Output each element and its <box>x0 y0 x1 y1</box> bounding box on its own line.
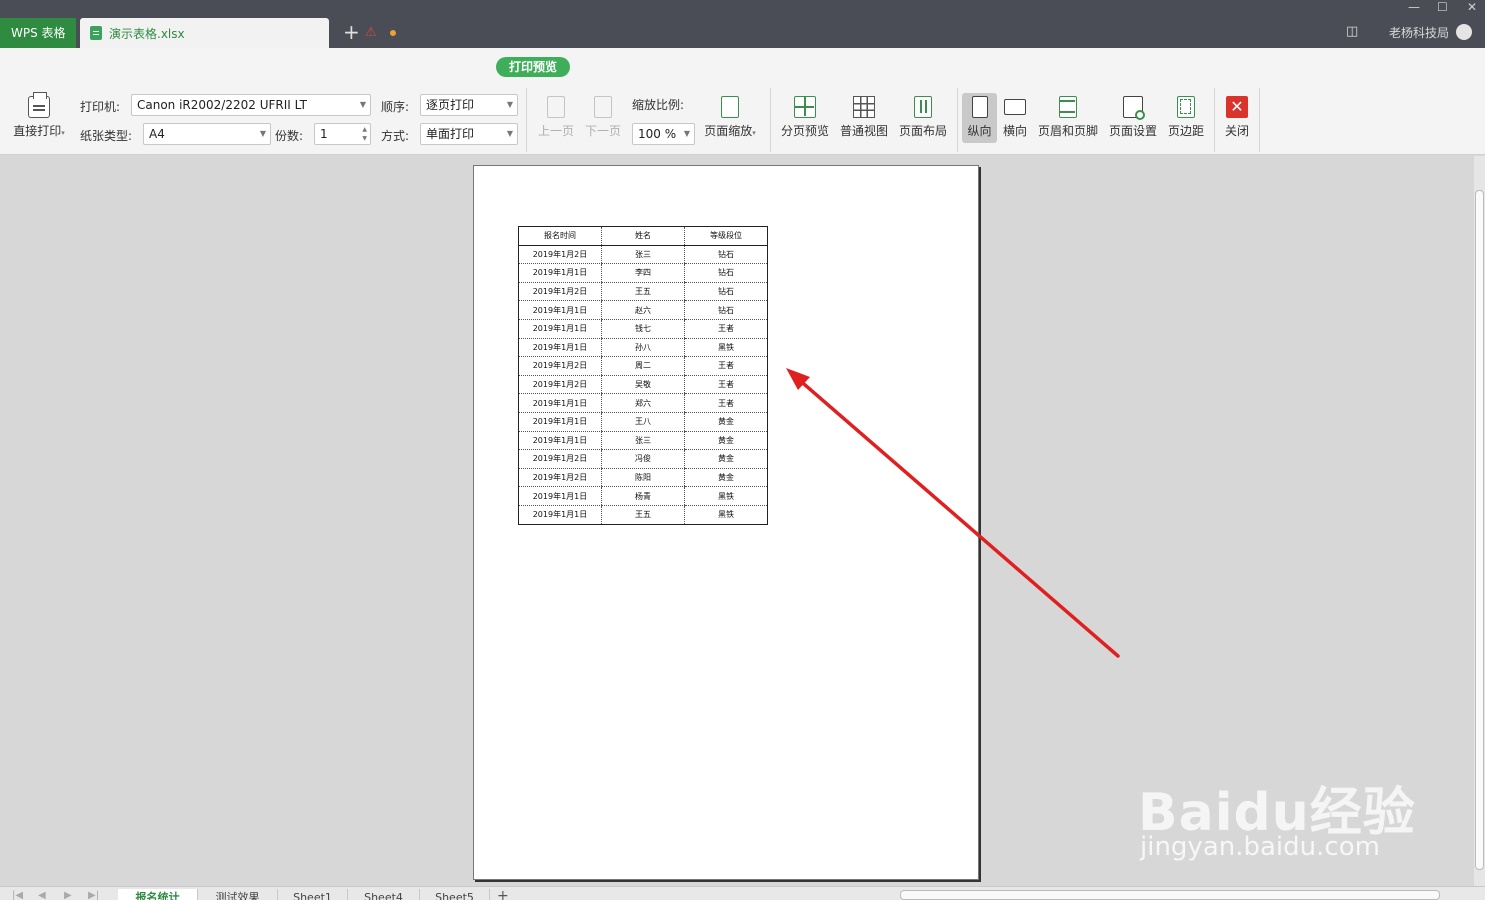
annotation-arrow-shaft <box>795 376 1120 658</box>
watermark-url: jingyan.baidu.com <box>1140 832 1380 862</box>
annotation-arrow <box>786 368 1120 658</box>
